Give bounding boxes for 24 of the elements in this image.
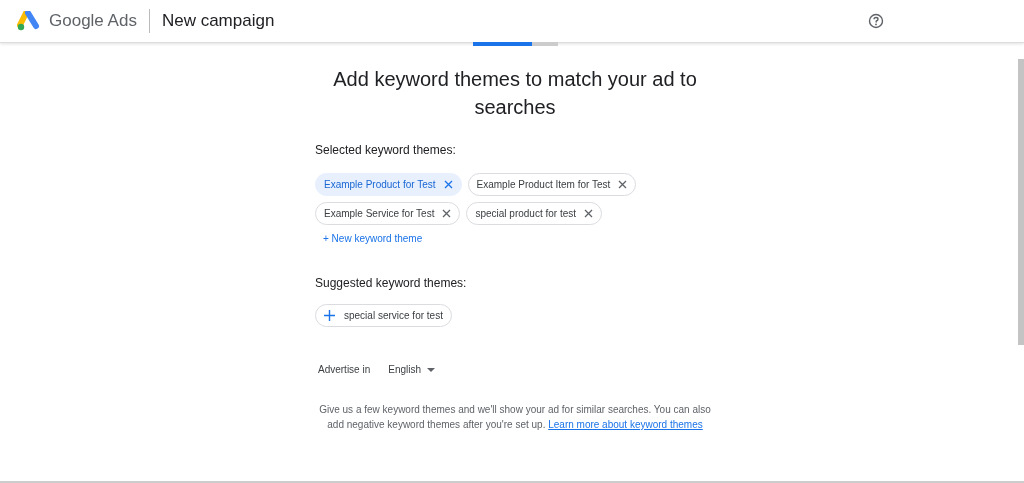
product-name: Google Ads [49,11,137,31]
help-text: Give us a few keyword themes and we'll show your ad for similar searches. You can also add negative keyword themes after you're set up. Learn more about keyword themes [318,403,712,432]
close-icon[interactable] [442,209,452,218]
help-icon[interactable] [868,13,884,29]
close-icon[interactable] [443,180,453,189]
keyword-chip[interactable]: Example Product for Test [315,173,462,196]
keyword-chip[interactable]: Example Product Item for Test [467,173,637,196]
page-heading: Add keyword themes to match your ad to searches [332,67,698,120]
scrollbar[interactable] [1018,59,1024,345]
section-label: Selected keyword themes: [315,143,457,157]
keyword-chip[interactable]: Example Service for Test [315,202,461,225]
close-icon[interactable] [584,209,594,218]
section-label: Suggested keyword themes: [315,276,468,290]
logo-icon [17,11,41,31]
page-title: New campaign [161,11,275,31]
add-icon [324,310,335,321]
close-icon[interactable] [618,180,628,189]
new-keyword-link[interactable]: + New keyword theme [323,233,423,244]
caret-icon [427,367,436,372]
language-dropdown[interactable]: English [388,364,436,375]
suggested-chip[interactable]: special service for test [315,304,452,327]
language-label: Advertise in [318,364,371,375]
keyword-chip[interactable]: special product for test [466,202,603,225]
learn-more-link[interactable]: Learn more about keyword themes [548,419,703,430]
